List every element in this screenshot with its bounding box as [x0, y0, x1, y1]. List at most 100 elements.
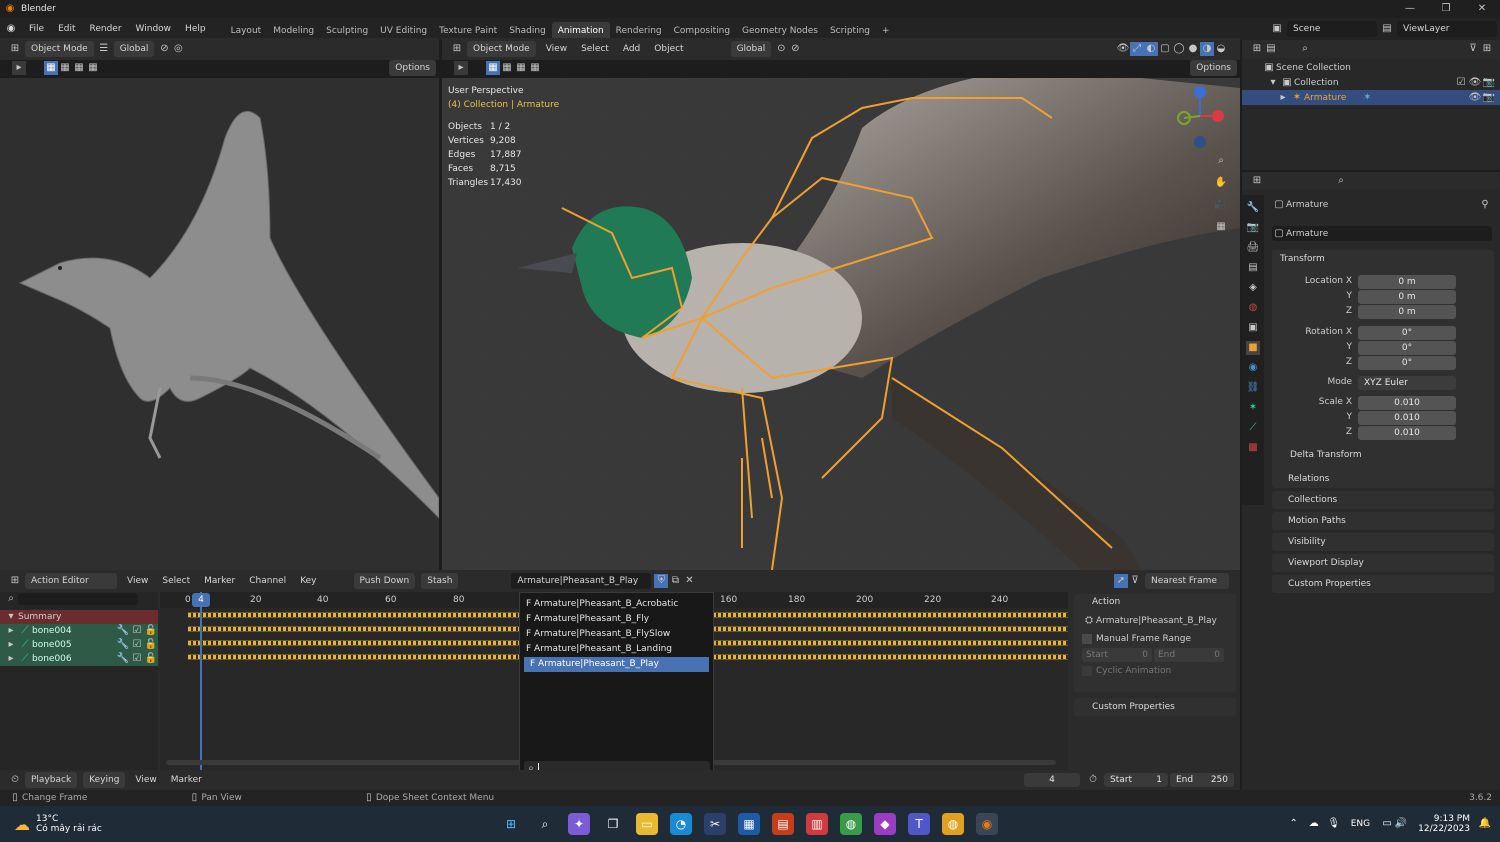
- left-orientation-dropdown[interactable]: Global: [113, 41, 155, 57]
- viewlayer-field[interactable]: ViewLayer: [1397, 21, 1497, 37]
- select-subtract-icon[interactable]: ▦: [72, 61, 86, 75]
- scale-z-field[interactable]: 0.010: [1358, 426, 1456, 440]
- viewport-display-section[interactable]: Viewport Display: [1272, 554, 1494, 572]
- pivot-icon[interactable]: ⊙: [774, 42, 788, 56]
- playback-menu[interactable]: Playback: [25, 772, 78, 788]
- menu-view[interactable]: View: [539, 38, 574, 60]
- task-view-icon[interactable]: ❐: [602, 813, 624, 835]
- chrome-icon[interactable]: ◍: [840, 813, 862, 835]
- render-tab-icon[interactable]: 📷: [1246, 221, 1260, 235]
- wireframe-shading-icon[interactable]: ◯: [1172, 42, 1186, 56]
- action-panel-title[interactable]: Action: [1074, 594, 1236, 610]
- main-viewport[interactable]: User Perspective (4) Collection | Armatu…: [442, 78, 1240, 570]
- snap-icon[interactable]: ⊘: [788, 42, 802, 56]
- start-frame-field[interactable]: Start 1: [1104, 773, 1168, 787]
- channel-search[interactable]: ⌕: [0, 592, 158, 606]
- checkbox-icon[interactable]: ☑: [130, 624, 144, 638]
- editor-type-icon[interactable]: ⊞: [1250, 174, 1264, 188]
- keying-menu[interactable]: Keying: [83, 772, 126, 788]
- action-item-flyslow[interactable]: F Armature|Pheasant_B_FlySlow: [520, 627, 713, 642]
- material-shading-icon[interactable]: ◑: [1200, 42, 1214, 56]
- notification-icon[interactable]: 🔔: [1478, 817, 1492, 831]
- cyclic-animation-row[interactable]: Cyclic Animation: [1074, 664, 1236, 678]
- filter-icon[interactable]: ⊽: [1466, 42, 1480, 56]
- pan-hand-icon[interactable]: ✋: [1214, 176, 1228, 190]
- menu-add[interactable]: Add: [616, 38, 647, 60]
- select-box-icon[interactable]: ▦: [44, 61, 58, 75]
- menu-marker[interactable]: Marker: [197, 570, 242, 592]
- menu-help[interactable]: Help: [178, 18, 213, 40]
- expand-icon[interactable]: ▾: [4, 610, 18, 624]
- store-icon[interactable]: ▦: [738, 813, 760, 835]
- close-icon[interactable]: ✕: [1464, 2, 1500, 16]
- select-extend-icon[interactable]: ▦: [500, 61, 514, 75]
- relations-section[interactable]: Relations: [1272, 470, 1494, 488]
- maximize-icon[interactable]: ❐: [1428, 2, 1464, 16]
- menu-select[interactable]: Select: [155, 570, 197, 592]
- new-collection-icon[interactable]: ⊞: [1480, 42, 1494, 56]
- main-orientation-dropdown[interactable]: Global: [730, 41, 772, 57]
- snipping-icon[interactable]: ✂: [704, 813, 726, 835]
- chrome-dev-icon[interactable]: ◍: [942, 813, 964, 835]
- transform-header[interactable]: Transform: [1272, 250, 1494, 268]
- expand-icon[interactable]: ▸: [4, 638, 18, 652]
- wrench-icon[interactable]: 🔧: [116, 652, 130, 666]
- rotation-y-field[interactable]: 0°: [1358, 341, 1456, 355]
- main-mode-dropdown[interactable]: Object Mode: [467, 41, 536, 57]
- action-selector[interactable]: Armature|Pheasant_B_Play: [511, 573, 652, 589]
- view-layer-tab-icon[interactable]: ▤: [1246, 261, 1260, 275]
- start-icon[interactable]: ⊞: [500, 813, 522, 835]
- visibility-section[interactable]: Visibility: [1272, 533, 1494, 551]
- motion-paths-section[interactable]: Motion Paths: [1272, 512, 1494, 530]
- checkbox-icon[interactable]: [1082, 634, 1092, 644]
- snap-icon[interactable]: ⊘: [157, 42, 171, 56]
- playhead-frame[interactable]: 4: [192, 593, 210, 607]
- wrench-icon[interactable]: 🔧: [116, 638, 130, 652]
- weather-widget[interactable]: ☁ 13°C Có mây rải rác: [14, 814, 184, 834]
- clock-icon[interactable]: ⏲: [8, 773, 22, 787]
- end-frame-field[interactable]: End 0: [1154, 648, 1224, 662]
- unlink-action-icon[interactable]: ✕: [682, 574, 696, 588]
- select-subtract-icon[interactable]: ▦: [514, 61, 528, 75]
- select-box-icon[interactable]: ▦: [486, 61, 500, 75]
- lock-icon[interactable]: 🔓: [144, 652, 158, 666]
- menu-object[interactable]: Object: [647, 38, 690, 60]
- checkbox-icon[interactable]: ☑: [130, 652, 144, 666]
- left-viewport[interactable]: [0, 78, 439, 570]
- search-icon[interactable]: ⌕: [1298, 42, 1312, 56]
- expand-icon[interactable]: ▾: [1266, 76, 1280, 90]
- menu-window[interactable]: Window: [129, 18, 179, 40]
- language-indicator[interactable]: ENG: [1351, 819, 1370, 829]
- object-name-field[interactable]: ▢ Armature: [1272, 226, 1492, 241]
- action-item-play[interactable]: F Armature|Pheasant_B_Play: [524, 657, 709, 672]
- checkbox-icon[interactable]: ☑: [1454, 76, 1468, 90]
- scale-x-field[interactable]: 0.010: [1358, 396, 1456, 410]
- channel-summary[interactable]: ▾ Summary: [0, 610, 158, 624]
- navigation-gizmo[interactable]: [1176, 84, 1226, 150]
- action-item-fly[interactable]: F Armature|Pheasant_B_Fly: [520, 612, 713, 627]
- eye-icon[interactable]: 👁: [1468, 76, 1482, 90]
- playhead-line[interactable]: [200, 592, 202, 770]
- scale-y-field[interactable]: 0.010: [1358, 411, 1456, 425]
- minimize-icon[interactable]: —: [1392, 2, 1428, 16]
- outliner-armature[interactable]: ▸ ✶ Armature ✶ 👁 📷: [1242, 90, 1500, 105]
- rotation-z-field[interactable]: 0°: [1358, 356, 1456, 370]
- collection-tab-icon[interactable]: ▣: [1246, 321, 1260, 335]
- object-tab-icon[interactable]: ■: [1246, 341, 1260, 355]
- camera-icon[interactable]: 🎥: [1214, 198, 1228, 212]
- current-frame-field[interactable]: 4: [1024, 773, 1080, 787]
- edge-icon[interactable]: ◔: [670, 813, 692, 835]
- end-frame-field[interactable]: End 250: [1170, 773, 1234, 787]
- action-item-landing[interactable]: F Armature|Pheasant_B_Landing: [520, 642, 713, 657]
- select-extend-icon[interactable]: ▦: [58, 61, 72, 75]
- tool-tab-icon[interactable]: 🔧: [1246, 201, 1260, 215]
- channel-bone006[interactable]: ▸ ⟋ bone006 🔧 ☑ 🔓: [0, 652, 158, 666]
- tool-select-icon[interactable]: ▸: [454, 61, 468, 75]
- clock[interactable]: 9:13 PM 12/22/2023: [1418, 814, 1470, 834]
- channel-bone005[interactable]: ▸ ⟋ bone005 🔧 ☑ 🔓: [0, 638, 158, 652]
- delta-transform-section[interactable]: Delta Transform: [1290, 450, 1362, 460]
- left-options-button[interactable]: Options: [389, 60, 436, 76]
- mic-muted-icon[interactable]: 🎙: [1327, 817, 1341, 831]
- menu-channel[interactable]: Channel: [242, 570, 293, 592]
- left-mode-dropdown[interactable]: Object Mode: [25, 41, 94, 57]
